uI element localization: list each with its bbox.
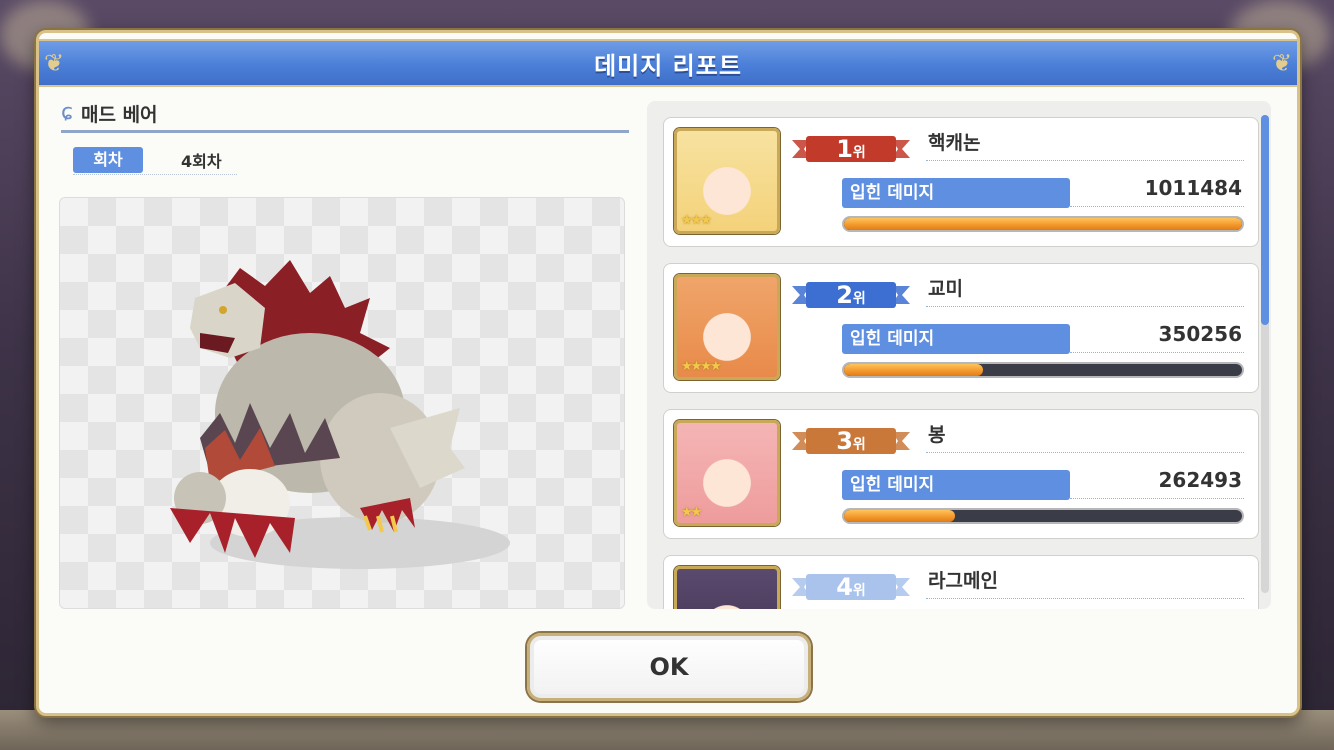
round-row: 회차 4회차 [73, 147, 237, 175]
swirl-icon: ɕ [61, 100, 74, 125]
damage-divider [1070, 352, 1244, 353]
scrollbar-thumb[interactable] [1261, 115, 1269, 325]
rank-ribbon: 3위 [792, 424, 910, 458]
damage-bar-fill [844, 510, 956, 522]
dialog-header: 데미지 리포트 [39, 39, 1297, 87]
rank-card: 4위 라그메인 [663, 555, 1259, 609]
star-rating: ★★ [681, 505, 702, 520]
name-divider [926, 598, 1244, 599]
ornament-left-icon: ❦ [43, 49, 65, 77]
character-portrait: ★★★ [674, 128, 780, 234]
name-divider [926, 160, 1244, 161]
damage-bar [842, 216, 1244, 232]
rank-number: 2위 [836, 281, 866, 309]
damage-bar [842, 362, 1244, 378]
round-label: 회차 [73, 147, 143, 173]
ornament-right-icon: ❦ [1271, 49, 1293, 77]
rank-ribbon: 4위 [792, 570, 910, 604]
rank-card: ★★★★ 2위 교미 입힌 데미지 350256 [663, 263, 1259, 393]
name-divider [926, 452, 1244, 453]
character-portrait: ★★★★ [674, 274, 780, 380]
character-portrait [674, 566, 780, 609]
ranking-scrollbar[interactable] [1261, 115, 1269, 593]
star-rating: ★★★★ [681, 359, 722, 374]
character-name: 봉 [928, 424, 946, 446]
boss-portrait-box [59, 197, 625, 609]
damage-divider [1070, 206, 1244, 207]
round-value: 4회차 [181, 152, 222, 171]
rank-ribbon: 1위 [792, 132, 910, 166]
background-menu-bar [0, 710, 1334, 750]
rank-number: 1위 [836, 135, 866, 163]
rank-card: ★★ 3위 봉 입힌 데미지 262493 [663, 409, 1259, 539]
damage-report-dialog: 데미지 리포트 ❦ ❦ ɕ 매드 베어 회차 4회차 ★★★ 1위 핵캐논 입힌… [36, 30, 1300, 716]
character-name: 라그메인 [928, 570, 998, 592]
damage-bar [842, 508, 1244, 524]
dialog-title: 데미지 리포트 [594, 51, 742, 80]
damage-ranking-list[interactable]: ★★★ 1위 핵캐논 입힌 데미지 1011484 ★★★★ 2위 교미 입힌 … [647, 101, 1271, 609]
damage-value: 350256 [1158, 322, 1243, 346]
damage-value: 1011484 [1144, 176, 1242, 200]
star-rating: ★★★ [681, 213, 712, 228]
damage-divider [1070, 498, 1244, 499]
character-name: 교미 [928, 278, 963, 300]
ok-button[interactable]: OK [527, 633, 811, 701]
character-name: 핵캐논 [928, 132, 981, 154]
boss-name: 매드 베어 [81, 104, 158, 126]
character-portrait: ★★ [674, 420, 780, 526]
damage-bar-fill [844, 364, 984, 376]
damage-label: 입힌 데미지 [842, 324, 1070, 354]
rank-number: 3위 [836, 427, 866, 455]
damage-label: 입힌 데미지 [842, 178, 1070, 208]
rank-ribbon: 2위 [792, 278, 910, 312]
damage-label: 입힌 데미지 [842, 470, 1070, 500]
rank-number: 4위 [836, 573, 866, 601]
damage-value: 262493 [1158, 468, 1243, 492]
boss-image [170, 260, 510, 569]
rank-card: ★★★ 1위 핵캐논 입힌 데미지 1011484 [663, 117, 1259, 247]
name-divider [926, 306, 1244, 307]
boss-name-row: ɕ 매드 베어 [61, 99, 629, 133]
damage-bar-fill [844, 218, 1242, 230]
